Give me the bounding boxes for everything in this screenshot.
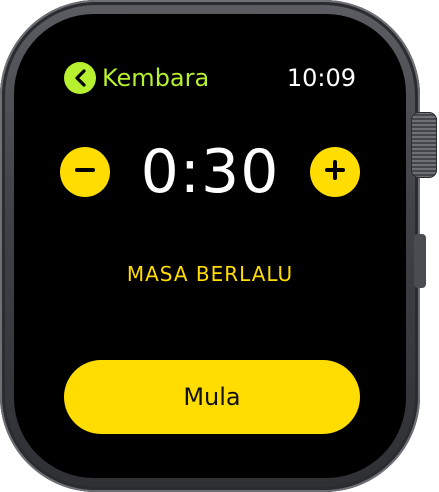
clock-time: 10:09	[286, 64, 356, 92]
back-button[interactable]: Kembara	[64, 62, 209, 94]
digital-crown[interactable]	[411, 112, 437, 178]
watch-screen: Kembara 10:09 0:30 MASA BERLALU Mula	[14, 14, 406, 478]
watch-device: Kembara 10:09 0:30 MASA BERLALU Mula	[0, 0, 439, 492]
start-button-label: Mula	[183, 383, 241, 411]
increment-button[interactable]	[310, 147, 360, 197]
minus-icon	[73, 158, 97, 187]
plus-icon	[323, 158, 347, 187]
back-label: Kembara	[102, 64, 210, 92]
watch-case: Kembara 10:09 0:30 MASA BERLALU Mula	[0, 0, 420, 492]
start-button[interactable]: Mula	[64, 360, 360, 434]
timer-row: 0:30	[60, 136, 360, 208]
metric-label: MASA BERLALU	[126, 262, 294, 286]
duration-value: 0:30	[140, 137, 280, 207]
side-button[interactable]	[414, 234, 426, 288]
chevron-left-icon	[64, 62, 96, 94]
status-bar: Kembara 10:09	[64, 62, 356, 94]
decrement-button[interactable]	[60, 147, 110, 197]
